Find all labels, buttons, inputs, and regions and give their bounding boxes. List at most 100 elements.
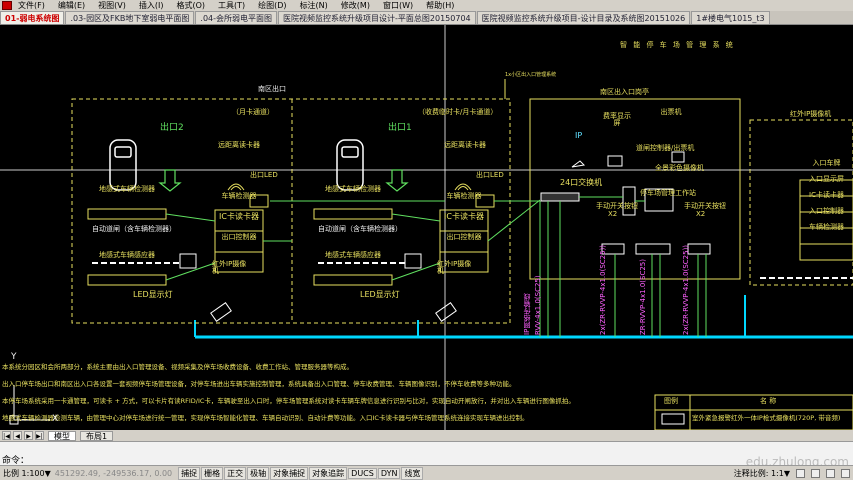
description-line-2: 出入口停车场出口和南区出入口各设置一套视频停车场管理设备，对停车场进出车辆实施控… — [2, 380, 516, 388]
barrier-label-2: 自动道闸（含车辆检测器） — [92, 225, 176, 233]
tab-layout1[interactable]: 布局1 — [80, 430, 114, 441]
annotation-scale[interactable]: 注释比例: 1:1▼ — [734, 468, 790, 479]
exit1-label: 出口1 — [388, 123, 412, 133]
controller-1-ic-reader: IC卡读卡器 — [444, 212, 484, 221]
entry-plate: 入口车牌 — [812, 159, 841, 167]
cable-label-rvv: RVV-4x1.0(SC25) — [534, 275, 542, 335]
menu-dimension[interactable]: 标注(N) — [300, 0, 328, 11]
x2-label-b: X2 — [696, 210, 706, 218]
cable-label-ip: IP网络传输线 — [523, 293, 531, 335]
menu-format[interactable]: 格式(O) — [176, 0, 205, 11]
menu-file[interactable]: 文件(F) — [18, 0, 45, 11]
tab-park-basement-plan[interactable]: .03-园区及FKB地下室弱电平面图 — [65, 11, 195, 24]
menu-window[interactable]: 窗口(W) — [383, 0, 413, 11]
toggle-ducs[interactable]: DUCS — [348, 467, 377, 479]
reader-label-2: 远距离读卡器 — [218, 141, 260, 149]
entry-ic-reader: IC卡读卡器 — [809, 191, 844, 199]
menu-draw[interactable]: 绘图(D) — [258, 0, 286, 11]
vehicle-sensor-1: 地感式车辆感应器 — [325, 251, 381, 259]
clean-screen-icon[interactable] — [841, 468, 850, 478]
manual-switch-a: 手动开关按钮 — [596, 202, 638, 210]
barrier-label-1: 自动道闸（含车辆检测器） — [318, 225, 402, 233]
lane1-note: （收费临时卡/月卡通道） — [418, 108, 498, 116]
led-label-1: 出口LED — [476, 171, 504, 179]
tab-clubhouse-plan[interactable]: .04-会所弱电平面图 — [195, 11, 278, 24]
toggle-grid[interactable]: 栅格 — [201, 466, 224, 480]
layout-tab-bar: |◀ ◀ ▶ ▶| 模型 布局1 — [0, 430, 853, 441]
legend-row-text: 室外紧急报警红外一体IP枪式摄像机(720P, 带音频) — [692, 414, 841, 422]
fee-display: 费率显示屏 — [603, 112, 631, 127]
lane2-note: （月卡通道） — [232, 108, 274, 116]
x2-label-a: X2 — [608, 210, 618, 218]
drawing-title: 智 能 停 车 场 管 理 系 统 — [620, 41, 735, 49]
ip-camera-1: 红外IP摄像机 — [437, 260, 472, 275]
entry-detector: 车辆检测器 — [809, 223, 844, 231]
exit-label: 南区出口 — [258, 85, 286, 93]
cable-label-zr-b: ZR-RVVP-4x1.0(SC25) — [639, 259, 647, 335]
entry-controller: 入口控制器 — [809, 207, 844, 215]
exit2-label: 出口2 — [160, 123, 184, 133]
viewport-scale[interactable]: 比例 1:100▼ — [3, 468, 51, 479]
tab-building-electric[interactable]: 1#楼电气1015_t3 — [691, 11, 770, 24]
panorama-camera: 全景彩色摄像机 — [655, 164, 704, 172]
first-layout-icon[interactable]: |◀ — [2, 431, 11, 440]
led-label-2: 出口LED — [250, 171, 278, 179]
tab-hospital-cctv-plan[interactable]: 医院视频监控系统升级项目设计-平面总图20150704 — [278, 11, 476, 24]
controller-2-exit: 出口控制器 — [221, 233, 257, 241]
led-display-2: LED显示灯 — [133, 290, 173, 299]
drawing-canvas[interactable]: 智 能 停 车 场 管 理 系 统 1x小区出入口管理系统 南区出口 南区出入口… — [0, 25, 853, 430]
menu-bar: 文件(F) 编辑(E) 视图(V) 插入(I) 格式(O) 工具(T) 绘图(D… — [0, 0, 853, 11]
legend-header-name: 名 称 — [760, 397, 777, 405]
menu-modify[interactable]: 修改(M) — [341, 0, 370, 11]
cable-label-zr-c: 2x(ZR-RVVP-4x1.0(SC25)) — [682, 244, 690, 335]
toggle-snap[interactable]: 捕捉 — [178, 466, 201, 480]
tab-model[interactable]: 模型 — [48, 430, 76, 441]
entry-camera-label: 红外IP摄像机 — [790, 110, 832, 118]
toggle-dyn[interactable]: DYN — [377, 467, 401, 479]
last-layout-icon[interactable]: ▶| — [35, 431, 44, 440]
description-line-4: 地感式车辆检测器检测车辆，由管理中心对停车场进行统一管理，实现停车场智能化管理、… — [2, 414, 529, 422]
workspace-icon[interactable] — [811, 468, 820, 478]
menu-edit[interactable]: 编辑(E) — [58, 0, 85, 11]
app-logo-icon[interactable] — [2, 1, 12, 10]
menu-insert[interactable]: 插入(I) — [139, 0, 164, 11]
menu-view[interactable]: 视图(V) — [98, 0, 126, 11]
toggle-polar[interactable]: 极轴 — [247, 466, 270, 480]
annotation-visibility-icon[interactable] — [796, 468, 805, 478]
lock-icon[interactable] — [826, 468, 835, 478]
toggle-ortho[interactable]: 正交 — [224, 466, 247, 480]
entry-display: 入口显示屏 — [809, 175, 844, 183]
cursor-coordinates: 451292.49, -249536.17, 0.00 — [54, 468, 173, 478]
reader-label-1: 远距离读卡器 — [444, 141, 486, 149]
controller-2-ic-reader: IC卡读卡器 — [219, 212, 259, 221]
vehicle-detector-2: 地感式车辆检测器 — [99, 185, 155, 193]
cable-label-zr-a: 2x(ZR-RVVP-4x1.0(SC25)) — [599, 244, 607, 335]
led-display-1: LED显示灯 — [360, 290, 400, 299]
toggle-osnap[interactable]: 对象捕捉 — [270, 466, 309, 480]
ip-camera-2: 红外IP摄像机 — [212, 260, 247, 275]
switch-label: 24口交换机 — [560, 178, 603, 187]
tab-hospital-cctv-system[interactable]: 医院视频监控系统升级项目-设计目录及系统图20151026 — [476, 11, 691, 24]
prev-layout-icon[interactable]: ◀ — [13, 431, 22, 440]
controller-1-exit: 出口控制器 — [446, 233, 482, 241]
description-line-1: 本系统分园区和会所两部分，系统主要由出入口管理设备、视频采集及停车场收费设备、收… — [2, 363, 353, 371]
controller-2-detector: 车辆检测器 — [221, 191, 257, 200]
gate-controller: 道闸控制器/出票机 — [636, 144, 695, 152]
menu-tools[interactable]: 工具(T) — [218, 0, 245, 11]
toggle-otrack[interactable]: 对象追踪 — [309, 466, 348, 480]
menu-help[interactable]: 帮助(H) — [426, 0, 454, 11]
workstation-label: 停车场管理工作站 — [640, 189, 696, 197]
toggle-lineweight[interactable]: 线宽 — [401, 466, 424, 480]
booth-label: 南区出入口岗亭 — [600, 88, 649, 96]
legend-header-symbol: 图例 — [664, 397, 678, 405]
next-layout-icon[interactable]: ▶ — [24, 431, 33, 440]
tab-weak-electric-system[interactable]: 01-弱电系统图 — [0, 11, 65, 24]
vehicle-sensor-2: 地感式车辆感应器 — [99, 251, 155, 259]
ticket-machine: 出票机 — [660, 108, 682, 116]
vehicle-detector-1: 地感式车辆检测器 — [325, 185, 381, 193]
manual-switch-b: 手动开关按钮 — [684, 202, 726, 210]
small-note: 1x小区出入口管理系统 — [505, 72, 557, 78]
ip-tag: IP — [575, 131, 583, 140]
description-line-3: 本停车场系统采用一卡通管理，可读卡 + 方式，可以卡片有读RFID/IC卡，车辆… — [2, 397, 575, 405]
command-area[interactable]: 命令： edu.zhulong.com — [0, 441, 853, 469]
